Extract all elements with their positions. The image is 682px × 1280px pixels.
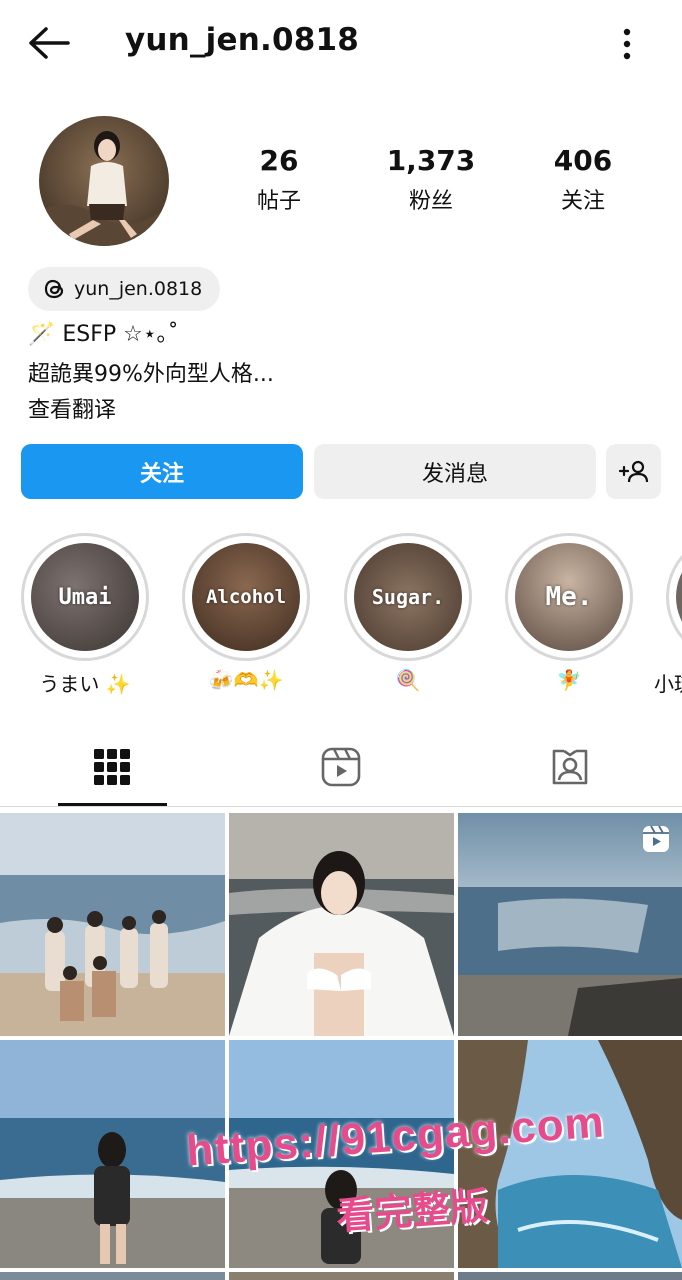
stat-followers[interactable]: 1,373 粉丝 <box>361 144 501 215</box>
tab-reels[interactable] <box>311 740 371 794</box>
highlight-label: 🧚 <box>556 668 582 692</box>
active-tab-indicator <box>58 803 167 806</box>
see-translation-link[interactable]: 查看翻译 <box>28 392 116 424</box>
watermark-subtitle: 看完整版 <box>334 1183 490 1239</box>
follow-button[interactable]: 关注 <box>21 444 303 499</box>
highlight-cover-text: Alcohol <box>205 586 287 608</box>
post-thumbnail-group-beach[interactable] <box>0 813 225 1036</box>
suggested-accounts-button[interactable] <box>606 444 661 499</box>
following-count: 406 <box>553 144 613 177</box>
followers-count: 1,373 <box>386 144 476 177</box>
tagged-icon <box>552 749 588 785</box>
posts-count: 26 <box>259 144 299 177</box>
post-thumbnail-sea-reel[interactable] <box>458 813 682 1036</box>
post-thumbnail-partial[interactable] <box>0 1272 225 1280</box>
profile-avatar[interactable] <box>39 116 169 246</box>
tab-posts-grid[interactable] <box>82 740 142 794</box>
tab-divider <box>0 806 682 807</box>
post-thumbnail-white-shirt[interactable] <box>229 813 454 1036</box>
story-highlight-me[interactable]: Me. <box>505 533 633 661</box>
following-label: 关注 <box>560 189 605 214</box>
highlight-label: 小琉 <box>654 672 682 696</box>
threads-badge[interactable]: yun_jen.0818 <box>28 267 221 311</box>
reels-icon <box>321 747 361 787</box>
highlight-cover-text: Me. <box>545 582 593 612</box>
highlight-cover-text: Sugar. <box>371 585 445 609</box>
highlight-cover-text: Umai <box>58 584 112 610</box>
threads-icon <box>44 279 64 299</box>
story-highlight-umai[interactable]: Umai <box>21 533 149 661</box>
story-highlight-partial[interactable] <box>666 533 682 661</box>
reel-indicator-icon <box>643 825 669 852</box>
story-highlight-alcohol[interactable]: Alcohol <box>182 533 310 661</box>
highlight-label: 🍭 <box>395 668 421 692</box>
back-arrow-icon[interactable] <box>28 26 70 60</box>
message-button[interactable]: 发消息 <box>314 444 596 499</box>
story-highlight-sugar[interactable]: Sugar. <box>344 533 472 661</box>
bio-line-2: 超詭異99%外向型人格... <box>28 362 274 387</box>
bio-line-1: 🪄 ESFP ☆⋆｡˚ <box>28 322 179 347</box>
add-person-icon <box>618 460 648 482</box>
tab-tagged[interactable] <box>540 740 600 794</box>
threads-handle: yun_jen.0818 <box>74 278 203 300</box>
post-thumbnail-partial[interactable] <box>229 1272 454 1280</box>
followers-label: 粉丝 <box>408 189 453 214</box>
profile-username: yun_jen.0818 <box>125 22 360 58</box>
highlight-label: 🍻🫶✨ <box>208 668 284 692</box>
posts-label: 帖子 <box>256 189 301 214</box>
stat-following[interactable]: 406 关注 <box>513 144 653 215</box>
post-thumbnail-partial[interactable] <box>458 1272 682 1280</box>
more-options-icon[interactable] <box>612 24 642 64</box>
top-bar: yun_jen.0818 <box>0 0 682 86</box>
grid-icon <box>94 749 130 785</box>
highlight-label: うまい ✨ <box>39 672 131 696</box>
stat-posts[interactable]: 26 帖子 <box>209 144 349 215</box>
